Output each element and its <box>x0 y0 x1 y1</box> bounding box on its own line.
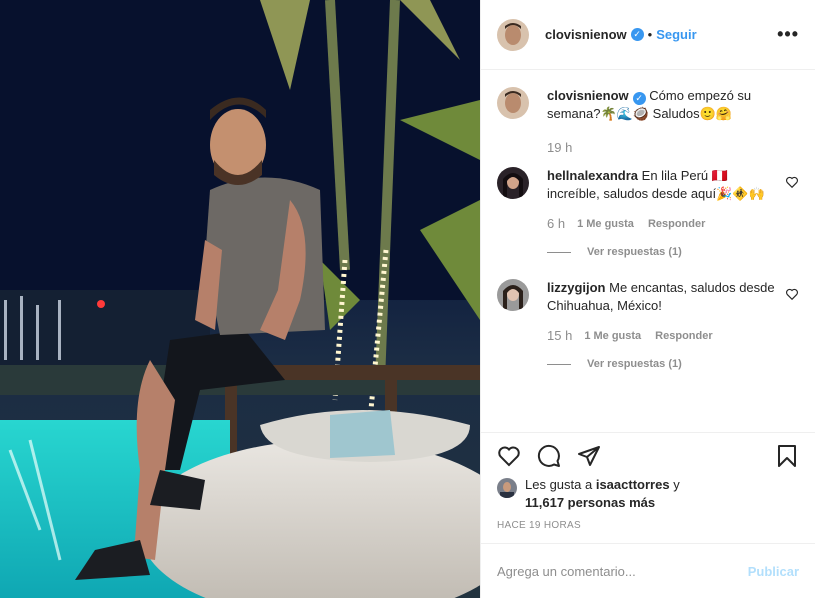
comment-body: hellnalexandra En lila Perú 🇵🇪 increíble… <box>547 167 799 261</box>
commenter-avatar[interactable] <box>497 279 529 311</box>
comment-composer: Publicar <box>481 543 815 598</box>
heart-icon[interactable] <box>785 175 799 189</box>
post-actions-bar <box>481 432 815 478</box>
post-photo-scene <box>0 0 480 598</box>
caption-author-avatar[interactable] <box>497 87 529 119</box>
comment-item: hellnalexandra En lila Perú 🇵🇪 increíble… <box>497 167 799 261</box>
post-photo[interactable] <box>0 0 480 598</box>
caption-avatar-image <box>497 87 529 119</box>
comments-list[interactable]: clovisnienow ✓ Cómo empezó su semana?🌴🌊🥥 … <box>481 71 815 432</box>
caption-username[interactable]: clovisnienow <box>547 88 629 103</box>
view-replies-button[interactable]: Ver respuestas (1) <box>547 243 775 261</box>
comment-likes-count[interactable]: 1 Me gusta <box>577 215 634 233</box>
view-replies-label: Ver respuestas (1) <box>587 246 682 258</box>
author-avatar[interactable] <box>497 18 529 51</box>
comment-time[interactable]: 6 h <box>547 215 565 233</box>
commenter-username[interactable]: hellnalexandra <box>547 168 638 183</box>
caption-body: clovisnienow ✓ Cómo empezó su semana?🌴🌊🥥 … <box>547 87 799 157</box>
comment-likes-count[interactable]: 1 Me gusta <box>584 327 641 345</box>
caption-time[interactable]: 19 h <box>547 139 572 157</box>
share-icon[interactable] <box>577 444 601 468</box>
publish-button[interactable]: Publicar <box>748 564 799 579</box>
view-replies-button[interactable]: Ver respuestas (1) <box>547 355 775 373</box>
follow-button[interactable]: Seguir <box>656 27 696 42</box>
reply-button[interactable]: Responder <box>648 215 705 233</box>
more-options-icon[interactable]: ••• <box>777 24 799 45</box>
comment-meta: 15 h 1 Me gusta Responder <box>547 327 775 345</box>
likes-others-count[interactable]: 11,617 personas más <box>525 495 655 510</box>
post-header: clovisnienow ✓ • Seguir ••• <box>481 0 815 70</box>
commenter-avatar-image <box>497 167 529 199</box>
author-avatar-image <box>497 18 529 51</box>
caption: clovisnienow ✓ Cómo empezó su semana?🌴🌊🥥 … <box>497 87 799 157</box>
commenter-avatar-image <box>497 279 529 311</box>
comment-icon[interactable] <box>537 444 561 468</box>
liker-username[interactable]: isaacttorres <box>596 477 670 492</box>
comment-body: lizzygijon Me encantas, saludos desde Ch… <box>547 279 799 373</box>
verified-badge-icon: ✓ <box>630 28 644 41</box>
post-detail-panel: clovisnienow ✓ • Seguir ••• clovisnienow… <box>480 0 815 598</box>
replies-line <box>547 251 571 253</box>
comment-meta: 6 h 1 Me gusta Responder <box>547 215 775 233</box>
verified-badge-icon: ✓ <box>632 91 646 105</box>
likes-summary: Les gusta a isaacttorres y 11,617 person… <box>497 476 797 512</box>
likes-text: Les gusta a isaacttorres y 11,617 person… <box>525 476 680 512</box>
liker-avatar-image <box>497 478 517 498</box>
liker-avatar[interactable] <box>497 478 517 498</box>
view-replies-label: Ver respuestas (1) <box>587 358 682 370</box>
post-timestamp[interactable]: HACE 19 HORAS <box>497 520 581 531</box>
comment-time[interactable]: 15 h <box>547 327 572 345</box>
bookmark-icon[interactable] <box>775 444 799 468</box>
likes-prefix: Les gusta a <box>525 477 593 492</box>
likes-joiner: y <box>673 477 680 492</box>
commenter-avatar[interactable] <box>497 167 529 199</box>
commenter-username[interactable]: lizzygijon <box>547 280 606 295</box>
heart-icon[interactable] <box>785 287 799 301</box>
comment-item: lizzygijon Me encantas, saludos desde Ch… <box>497 279 799 373</box>
comment-input[interactable] <box>497 563 748 579</box>
author-username[interactable]: clovisnienow <box>545 27 627 42</box>
reply-button[interactable]: Responder <box>655 327 712 345</box>
caption-meta: 19 h <box>547 139 775 157</box>
heart-icon[interactable] <box>497 444 521 468</box>
separator-dot: • <box>647 27 653 42</box>
replies-line <box>547 363 571 365</box>
